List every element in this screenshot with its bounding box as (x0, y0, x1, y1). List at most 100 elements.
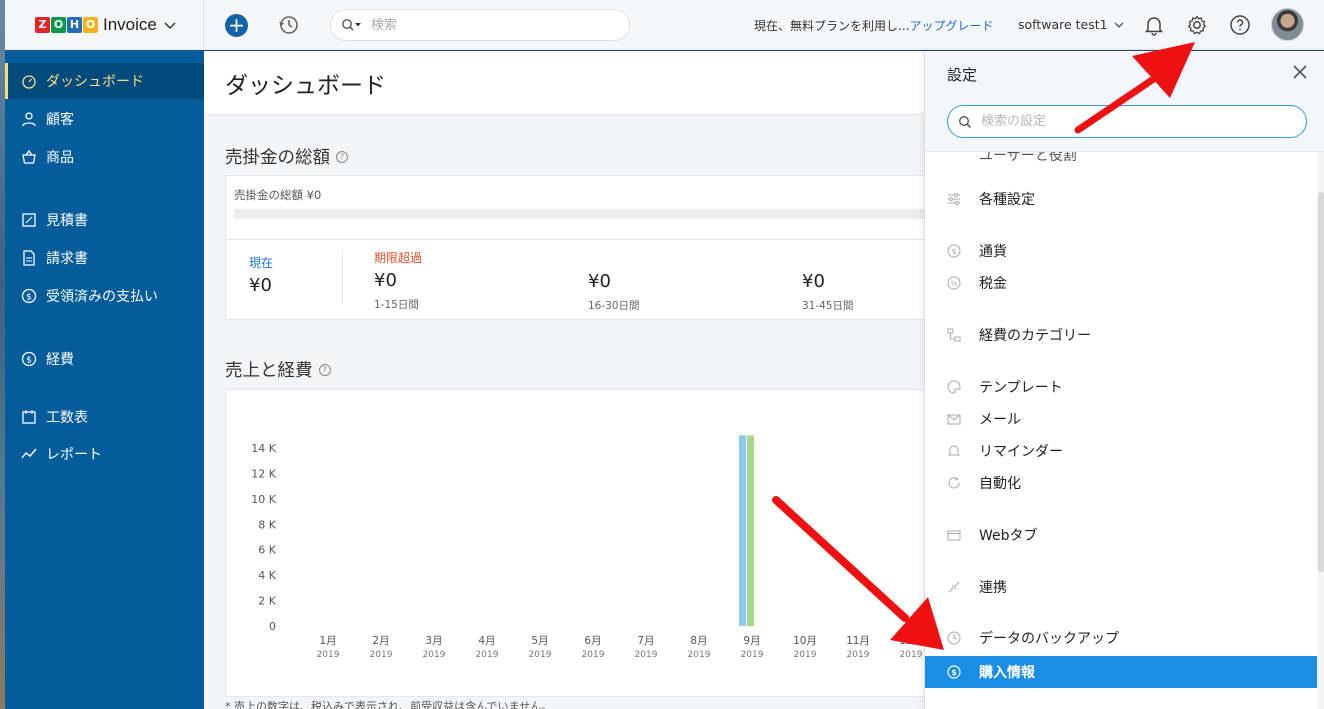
settings-item-integrations[interactable]: 連携 (925, 572, 1317, 602)
x-tick-year: 2019 (317, 650, 340, 660)
sidebar-item-dashboard[interactable]: ダッシュボード (5, 63, 204, 99)
page-header: ダッシュボード (204, 51, 924, 115)
sidebar-item-label: 顧客 (46, 112, 74, 128)
sidebar-item-label: 見積書 (46, 213, 88, 229)
y-tick-label: 6 K (258, 544, 276, 557)
overdue-bucket-2[interactable]: ¥0 16-30日間 (588, 267, 640, 313)
overdue-bucket-3[interactable]: ¥0 31-45日間 (802, 267, 854, 313)
bucket-amount: ¥0 (374, 270, 397, 291)
x-tick-label: 11月 (846, 635, 870, 647)
close-icon[interactable] (1291, 63, 1309, 81)
sales-expenses-title: 売上と経費 ? (225, 357, 331, 382)
sidebar-item-timesheet[interactable]: 工数表 (5, 399, 204, 435)
gear-icon[interactable] (1185, 13, 1209, 37)
avatar[interactable] (1271, 8, 1304, 41)
question-icon[interactable]: ? (318, 363, 331, 376)
payment-icon: $ (21, 288, 37, 304)
settings-item-tax[interactable]: % 税金 (925, 268, 1317, 298)
svg-text:%: % (951, 280, 958, 288)
settings-item-preferences[interactable]: 各種設定 (925, 184, 1317, 214)
sidebar-item-expenses[interactable]: $ 経費 (5, 341, 204, 377)
bucket-range: 1-15日間 (374, 299, 419, 311)
bell-icon[interactable] (1142, 13, 1166, 37)
help-icon[interactable] (1228, 13, 1252, 37)
sidebar-item-payments[interactable]: $ 受領済みの支払い (5, 278, 204, 314)
x-tick-year: 2019 (476, 650, 499, 660)
settings-item-label: ユーザーと役割 (979, 152, 1077, 164)
tax-icon: % (947, 276, 961, 290)
mail-icon (947, 414, 961, 425)
receivables-title: 売掛金の総額 ? (225, 144, 348, 169)
receivables-heading: 売掛金の総額 (225, 148, 330, 168)
settings-item-label: テンプレート (979, 380, 1063, 396)
settings-search[interactable] (947, 105, 1307, 138)
question-icon[interactable]: ? (336, 150, 348, 163)
app-switcher[interactable]: Z O H O Invoice (5, 0, 204, 50)
receivables-total: 売掛金の総額 ¥0 (234, 188, 322, 202)
settings-item-automation[interactable]: 自動化 (925, 468, 1317, 498)
x-tick-year: 2019 (741, 650, 764, 660)
org-switcher[interactable]: software test1 (1018, 17, 1125, 32)
sidebar-item-estimates[interactable]: 見積書 (5, 202, 204, 238)
y-tick-label: 4 K (258, 569, 276, 582)
settings-search-input[interactable] (981, 114, 1281, 129)
settings-item-purchase-info[interactable]: $ 購入情報 (925, 656, 1317, 688)
settings-item-email[interactable]: メール (925, 404, 1317, 434)
search-icon[interactable] (341, 18, 363, 32)
history-icon[interactable] (277, 13, 301, 37)
x-tick-year: 2019 (635, 650, 658, 660)
current-amount: ¥0 (249, 275, 272, 296)
global-search[interactable] (330, 9, 630, 41)
search-input[interactable] (371, 17, 591, 33)
sidebar-item-label: 工数表 (46, 410, 88, 426)
basket-icon (22, 149, 36, 164)
settings-item-label: メール (979, 412, 1021, 428)
sidebar-item-customers[interactable]: 顧客 (5, 101, 204, 137)
y-tick-label: 8 K (258, 518, 276, 531)
sidebar-item-label: レポート (46, 447, 102, 463)
settings-item-users-roles[interactable]: ユーザーと役割 (925, 152, 1317, 170)
settings-item-templates[interactable]: テンプレート (925, 372, 1317, 402)
settings-item-label: リマインダー (979, 444, 1063, 460)
svg-text:$: $ (26, 293, 32, 303)
chevron-down-icon (1114, 22, 1124, 28)
settings-item-data-backup[interactable]: データのバックアップ (925, 623, 1317, 653)
x-tick-label: 1月 (319, 635, 336, 647)
dashboard-content: ダッシュボード 売掛金の総額 ? 売掛金の総額 ¥0 現在 ¥0 期限超過 ¥0… (204, 51, 924, 709)
add-icon[interactable]: + (225, 14, 248, 37)
settings-item-label: データのバックアップ (979, 631, 1119, 647)
sidebar-item-invoices[interactable]: 請求書 (5, 240, 204, 276)
sidebar-item-reports[interactable]: レポート (5, 436, 204, 472)
chevron-down-icon (164, 22, 176, 30)
current-receivable[interactable]: 現在 ¥0 (249, 254, 273, 296)
y-tick-label: 0 (269, 620, 276, 633)
sales-expenses-heading: 売上と経費 (225, 361, 313, 381)
webtab-icon (947, 530, 961, 541)
settings-item-web-tabs[interactable]: Webタブ (925, 520, 1317, 550)
plan-text: 現在、無料プランを利用し... (754, 19, 910, 33)
divider (342, 249, 343, 304)
settings-item-currency[interactable]: $ 通貨 (925, 236, 1317, 266)
overdue-bucket-1[interactable]: 期限超過 ¥0 1-15日間 (374, 249, 422, 312)
y-tick-label: 12 K (251, 467, 276, 480)
x-tick-year: 2019 (529, 650, 552, 660)
logo-letter-z: Z (35, 17, 50, 33)
settings-item-reminders[interactable]: リマインダー (925, 436, 1317, 466)
preferences-icon (948, 193, 960, 205)
sidebar: ダッシュボード 顧客 商品 見積書 請求書 $ 受領済みの支払い $ 経費 工数… (5, 51, 204, 709)
org-name: software test1 (1018, 17, 1108, 32)
sidebar-item-items[interactable]: 商品 (5, 139, 204, 175)
scrollbar-thumb[interactable] (1318, 192, 1324, 572)
x-tick-label: 10月 (793, 635, 817, 647)
reminder-bell-icon (947, 445, 961, 456)
settings-list: ユーザーと役割 各種設定 $ 通貨 % 税金 経費のカテゴリー テンプレート メ… (925, 152, 1317, 709)
estimate-icon (22, 213, 36, 227)
svg-text:$: $ (26, 356, 32, 366)
y-tick-label: 2 K (258, 595, 276, 608)
settings-scrollbar[interactable] (1317, 152, 1324, 709)
upgrade-link[interactable]: アップグレード (909, 19, 993, 33)
integration-icon (948, 581, 960, 593)
settings-item-expense-categories[interactable]: 経費のカテゴリー (925, 320, 1317, 350)
sales-note: * 売上の数字は、税込みで表示され、前受収益は含んでいません。 (225, 700, 553, 709)
x-tick-label: 6月 (584, 635, 601, 647)
